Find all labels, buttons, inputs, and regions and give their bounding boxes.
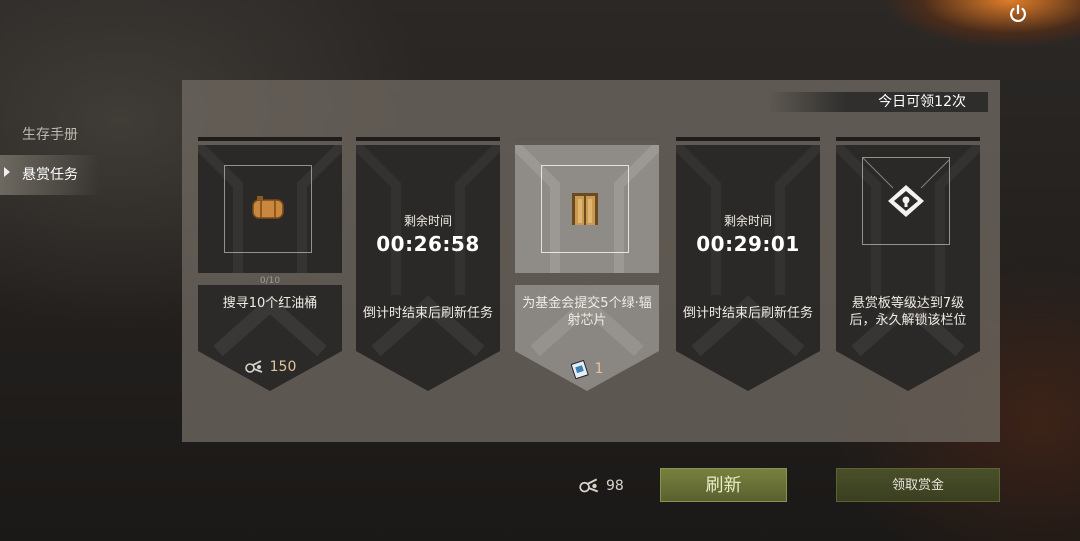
card-background bbox=[356, 145, 500, 391]
scrap-parts-icon bbox=[244, 360, 262, 373]
bounty-card-3[interactable]: 0/5 为基金会提交5个绿·辐射芯片 1 bbox=[515, 137, 659, 399]
side-menu-label: 悬赏任务 bbox=[22, 167, 78, 183]
power-icon bbox=[1010, 4, 1026, 23]
power-button[interactable] bbox=[1000, 0, 1036, 28]
countdown-timer: 00:29:01 bbox=[696, 232, 800, 256]
task-reward: 1 bbox=[515, 359, 659, 379]
task-description: 搜寻10个红油桶 bbox=[222, 296, 318, 311]
reward-amount: 150 bbox=[269, 359, 297, 375]
currency-amount: 98 bbox=[606, 478, 624, 494]
timer-label: 剩余时间 bbox=[403, 214, 452, 228]
scrap-parts-icon bbox=[579, 478, 599, 493]
side-menu-survival-manual[interactable]: 生存手册 bbox=[0, 115, 100, 155]
task-progress: 0/5 bbox=[579, 276, 595, 286]
task-description: 倒计时结束后刷新任务 bbox=[362, 306, 493, 321]
item-frame bbox=[224, 165, 312, 253]
locked-slot-frame bbox=[862, 157, 950, 245]
bounty-card-1[interactable]: 0/10 搜寻10个红油桶 150 bbox=[198, 137, 342, 399]
timer-label: 剩余时间 bbox=[723, 214, 772, 228]
door-icon bbox=[572, 193, 598, 225]
task-description: 倒计时结束后刷新任务 bbox=[682, 306, 813, 321]
item-frame bbox=[541, 165, 629, 253]
side-menu-bounty-tasks[interactable]: 悬赏任务 bbox=[0, 155, 100, 195]
red-oil-barrel-icon bbox=[252, 196, 284, 219]
side-menu: 生存手册 悬赏任务 bbox=[0, 115, 100, 195]
task-reward: 150 bbox=[198, 359, 342, 375]
side-menu-label: 生存手册 bbox=[22, 127, 78, 143]
card-top-line bbox=[676, 137, 820, 141]
task-description: 悬赏板等级达到7级后，永久解锁该栏位 bbox=[849, 296, 967, 328]
bounty-card-2[interactable]: 剩余时间 00:26:58 倒计时结束后刷新任务 bbox=[356, 137, 500, 399]
bounty-card-5[interactable]: 悬赏板等级达到7级后，永久解锁该栏位 bbox=[836, 137, 980, 399]
card-top-line bbox=[356, 137, 500, 141]
task-description: 为基金会提交5个绿·辐射芯片 bbox=[522, 296, 652, 328]
refresh-button[interactable]: 刷新 bbox=[660, 468, 787, 502]
daily-claims-banner: 今日可领12次 bbox=[768, 92, 988, 112]
bottom-action-bar: 98 刷新 领取赏金 bbox=[0, 465, 1080, 505]
claim-bounty-button[interactable]: 领取赏金 bbox=[836, 468, 1000, 502]
task-progress: 0/10 bbox=[259, 276, 281, 286]
countdown-timer: 00:26:58 bbox=[376, 232, 480, 256]
card-top-line bbox=[198, 137, 342, 141]
card-top-line bbox=[515, 137, 659, 141]
bounty-card-4[interactable]: 剩余时间 00:29:01 倒计时结束后刷新任务 bbox=[676, 137, 820, 399]
reward-amount: 1 bbox=[594, 361, 604, 377]
chip-icon bbox=[570, 359, 589, 379]
currency-display: 98 bbox=[578, 477, 624, 495]
card-background bbox=[676, 145, 820, 391]
card-top-line bbox=[836, 137, 980, 141]
lock-icon bbox=[888, 185, 924, 217]
bounty-board-panel: 今日可领12次 0/10 搜寻10个红油桶 150 剩余时间 00:26:58 … bbox=[182, 80, 1000, 442]
